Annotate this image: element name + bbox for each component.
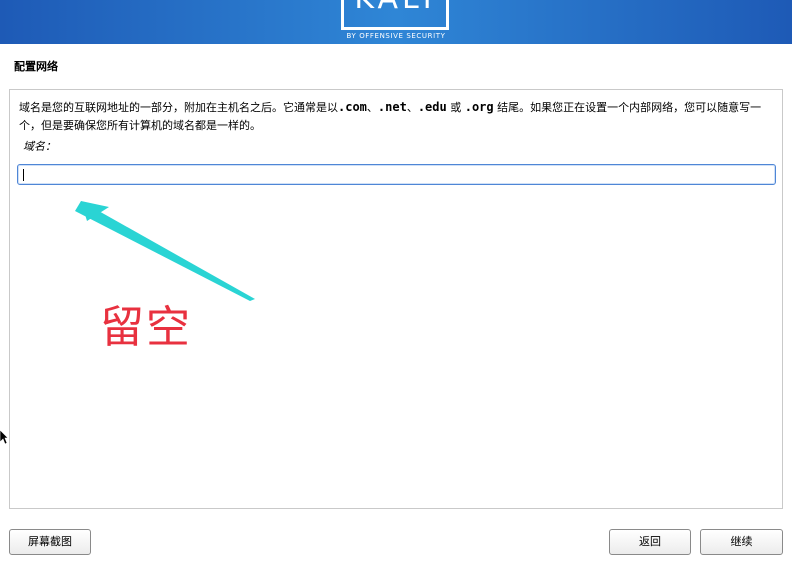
or-text: 或	[446, 101, 465, 114]
annotation-arrow	[75, 201, 255, 301]
back-button[interactable]: 返回	[609, 529, 691, 555]
mouse-pointer-icon	[0, 430, 8, 444]
annotation-arrow-shaft	[75, 201, 255, 301]
screenshot-button[interactable]: 屏幕截图	[9, 529, 91, 555]
tld-org: .org	[464, 100, 494, 114]
continue-button[interactable]: 继续	[700, 529, 783, 555]
separator: 、	[406, 101, 418, 114]
kali-logo-text: KALI	[344, 0, 446, 16]
kali-banner: KALI BY OFFENSIVE SECURITY	[0, 0, 792, 44]
kali-logo: KALI	[341, 0, 449, 30]
tld-net: .net	[377, 100, 407, 114]
domain-input[interactable]	[17, 164, 776, 185]
domain-description: 域名是您的互联网地址的一部分，附加在主机名之后。它通常是以.com、.net、.…	[19, 98, 779, 135]
description-text: 域名是您的互联网地址的一部分，附加在主机名之后。它通常是以	[19, 101, 338, 114]
page-title: 配置网络	[14, 60, 58, 73]
tld-com: .com	[338, 100, 367, 114]
separator: 、	[366, 101, 378, 114]
tld-edu: .edu	[417, 100, 447, 114]
annotation-leave-empty: 留空	[100, 302, 192, 353]
kali-logo-tagline: BY OFFENSIVE SECURITY	[346, 32, 446, 40]
text-cursor	[23, 169, 24, 181]
domain-field-label: 域名：	[23, 140, 56, 153]
